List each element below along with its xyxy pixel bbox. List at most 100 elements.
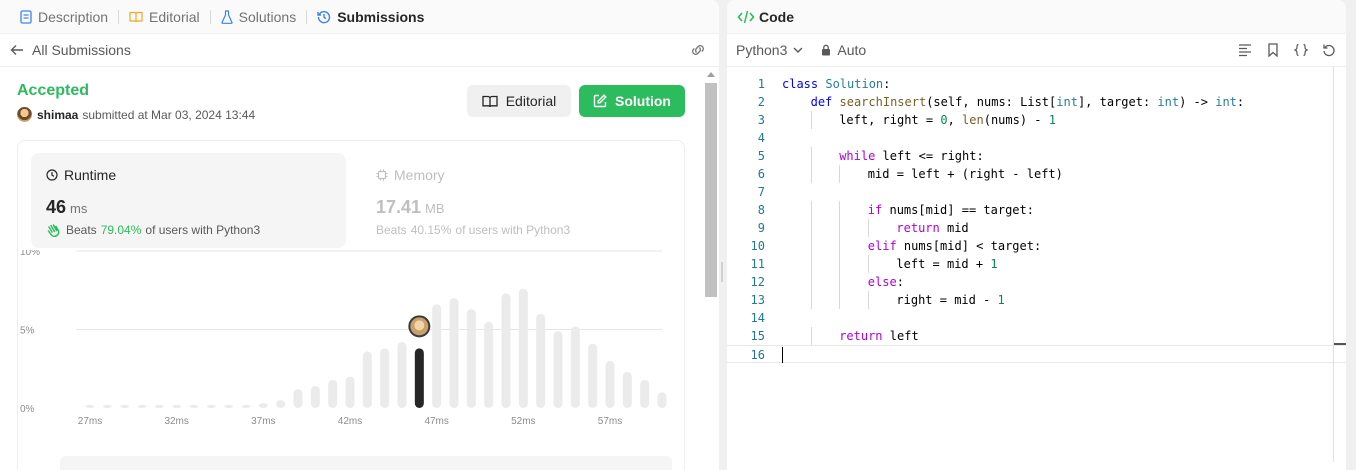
chart-bar-highlight	[414, 348, 424, 408]
x-tick-label: 42ms	[338, 416, 362, 427]
memory-stat[interactable]: Memory 17.41 MB Beats 40.15% of users wit…	[361, 153, 676, 248]
indent-guide	[839, 255, 841, 273]
code-line[interactable]: 13 right = mid - 1	[727, 291, 1346, 309]
line-number: 9	[757, 221, 765, 235]
auto-mode-toggle[interactable]: Auto	[821, 42, 866, 58]
code-line[interactable]: 1 class Solution:	[727, 75, 1346, 93]
format-icon[interactable]	[1238, 43, 1252, 57]
chart-bar	[570, 326, 580, 408]
tab-divider	[118, 9, 120, 24]
tab-divider	[209, 9, 211, 24]
x-tick-label: 27ms	[78, 416, 102, 427]
clock-icon	[46, 169, 58, 181]
code-line[interactable]: 3 left, right = 0, len(nums) - 1	[727, 111, 1346, 129]
edit-icon	[593, 94, 607, 108]
code-line[interactable]: 9 return mid	[727, 219, 1346, 237]
tab-submissions[interactable]: Submissions	[311, 0, 430, 34]
code-panel-header: Code	[727, 0, 1346, 34]
memory-beats-suffix: of users with Python3	[455, 223, 571, 237]
chart-bar	[588, 343, 598, 408]
code-line[interactable]: 12 else:	[727, 273, 1346, 291]
tab-description[interactable]: Description	[14, 0, 114, 34]
code-line[interactable]: 6 mid = left + (right - left)	[727, 165, 1346, 183]
x-tick-label: 47ms	[424, 416, 448, 427]
arrow-left-icon	[10, 45, 23, 55]
submission-panel: Description Editorial Solutions Submissi…	[0, 0, 719, 470]
code-text: left = mid + 1	[896, 257, 998, 271]
code-line[interactable]: 4	[727, 129, 1346, 147]
scroll-up-arrow-icon[interactable]	[707, 72, 715, 77]
all-submissions-link[interactable]: All Submissions	[10, 42, 131, 58]
indent-guide	[810, 255, 812, 273]
username[interactable]: shimaa	[37, 108, 78, 122]
memory-title: Memory	[376, 167, 445, 183]
chart-bar	[224, 404, 234, 408]
x-tick-label: 37ms	[251, 416, 275, 427]
text-cursor	[782, 347, 783, 363]
chip-icon	[376, 169, 388, 181]
indent-guide	[867, 255, 869, 273]
code-line[interactable]: 10 elif nums[mid] < target:	[727, 237, 1346, 255]
code-line[interactable]: 11 left = mid + 1	[727, 255, 1346, 273]
chart-bar	[518, 288, 528, 408]
chart-bar	[85, 404, 95, 408]
scrollbar-thumb[interactable]	[705, 83, 717, 297]
editor-scrollbar[interactable]	[1333, 67, 1334, 462]
code-panel-title: Code	[759, 8, 794, 25]
indent-guide	[810, 147, 812, 165]
chart-bar	[137, 404, 147, 408]
bookmark-icon[interactable]	[1266, 43, 1280, 58]
submitted-time: submitted at Mar 03, 2024 13:44	[82, 107, 256, 122]
language-select[interactable]: Python3	[736, 42, 803, 58]
code-line[interactable]: 8 if nums[mid] == target:	[727, 201, 1346, 219]
avatar[interactable]	[17, 107, 32, 122]
braces-icon[interactable]	[1293, 43, 1309, 57]
memory-beats-pct: 40.15%	[410, 223, 452, 237]
code-line[interactable]: 16	[727, 345, 1346, 363]
chart-bar	[276, 400, 286, 408]
scrollbar[interactable]	[703, 67, 717, 470]
chart-avatar-skin	[414, 320, 425, 331]
code-line[interactable]: 7	[727, 183, 1346, 201]
chart-bar	[293, 389, 303, 408]
tab-bar: Description Editorial Solutions Submissi…	[0, 0, 719, 34]
tab-submissions-label: Submissions	[337, 8, 425, 25]
indent-guide	[839, 219, 841, 237]
runtime-beats: Beats 79.04% of users with Python3	[46, 223, 260, 237]
chart-bar	[432, 304, 442, 408]
resize-grip[interactable]	[721, 262, 723, 282]
code-line[interactable]: 14	[727, 309, 1346, 327]
runtime-beats-prefix: Beats	[66, 223, 97, 237]
panel-resize-handle[interactable]	[719, 0, 727, 470]
chart-bar	[120, 404, 130, 408]
solution-button[interactable]: Solution	[579, 85, 685, 117]
reset-icon[interactable]	[1322, 43, 1336, 57]
code-line[interactable]: 2 def searchInsert(self, nums: List[int],…	[727, 93, 1346, 111]
y-tick-label: 10%	[20, 250, 40, 258]
code-editor[interactable]: 1 class Solution: 2 def searchInsert(self, …	[727, 75, 1346, 470]
code-text: def searchInsert(self, nums: List[int], …	[810, 95, 1245, 109]
code-line[interactable]: 15 return left	[727, 327, 1346, 345]
tab-editorial[interactable]: Editorial	[123, 0, 206, 34]
x-tick-label: 57ms	[598, 416, 622, 427]
runtime-beats-pct: 79.04%	[100, 223, 142, 237]
editorial-button[interactable]: Editorial	[467, 85, 571, 117]
tab-divider	[306, 9, 308, 24]
line-number: 7	[757, 185, 765, 199]
runtime-stat[interactable]: Runtime 46 ms Beats 79.04% of users with …	[31, 153, 346, 248]
indent-guide	[839, 291, 841, 309]
runtime-number: 46	[46, 197, 67, 217]
chart-bar	[640, 379, 650, 408]
chart-bar	[380, 348, 390, 408]
y-tick-label: 0%	[20, 404, 35, 415]
code-line[interactable]: 5 while left <= right:	[727, 147, 1346, 165]
memory-number: 17.41	[376, 197, 422, 217]
chart-bar	[206, 404, 216, 408]
history-icon	[317, 10, 331, 24]
share-link-icon[interactable]	[689, 43, 707, 57]
y-tick-label: 5%	[20, 326, 35, 337]
editor-overview-ruler-mark	[1334, 343, 1346, 345]
indent-guide	[810, 111, 812, 129]
indent-guide	[839, 165, 841, 183]
tab-solutions[interactable]: Solutions	[215, 0, 303, 34]
